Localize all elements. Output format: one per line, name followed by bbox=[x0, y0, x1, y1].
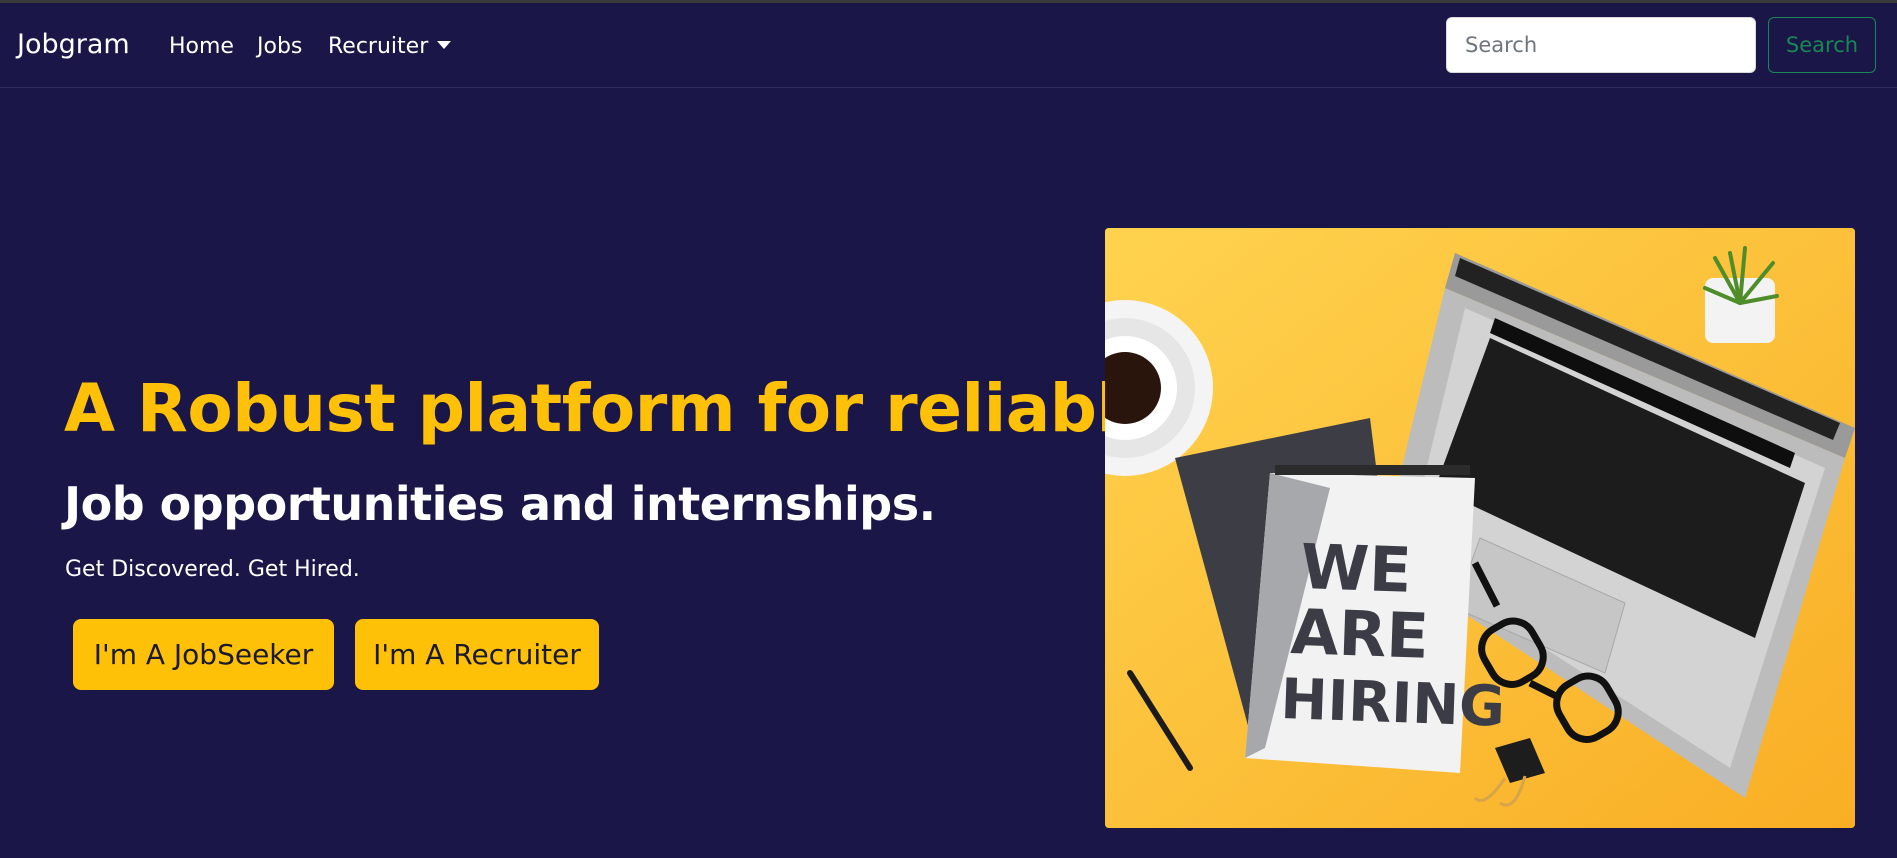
hiring-notebook-icon: WE ARE HIRING bbox=[1245, 465, 1506, 773]
chevron-down-icon bbox=[437, 41, 452, 49]
search-button[interactable]: Search bbox=[1768, 17, 1876, 73]
brand-logo[interactable]: Jobgram bbox=[17, 29, 130, 60]
notebook-text-hiring: HIRING bbox=[1280, 667, 1507, 740]
nav-recruiter-dropdown[interactable]: Recruiter bbox=[328, 34, 452, 59]
nav-home[interactable]: Home bbox=[169, 34, 234, 59]
jobseeker-button[interactable]: I'm A JobSeeker bbox=[73, 619, 334, 690]
recruiter-button[interactable]: I'm A Recruiter bbox=[355, 619, 599, 690]
hero-image: WE ARE HIRING bbox=[1105, 228, 1855, 828]
hero-subtitle: Job opportunities and internships. bbox=[64, 477, 936, 531]
navbar: Jobgram Home Jobs Recruiter Search bbox=[0, 3, 1897, 88]
hiring-illustration: WE ARE HIRING bbox=[1105, 228, 1855, 828]
hero-tagline: Get Discovered. Get Hired. bbox=[65, 557, 360, 582]
nav-jobs[interactable]: Jobs bbox=[257, 34, 302, 59]
notebook-text-are: ARE bbox=[1289, 595, 1430, 673]
nav-recruiter-label: Recruiter bbox=[328, 34, 429, 59]
search-input[interactable] bbox=[1446, 17, 1756, 73]
hero-title: A Robust platform for reliable bbox=[64, 370, 1163, 447]
